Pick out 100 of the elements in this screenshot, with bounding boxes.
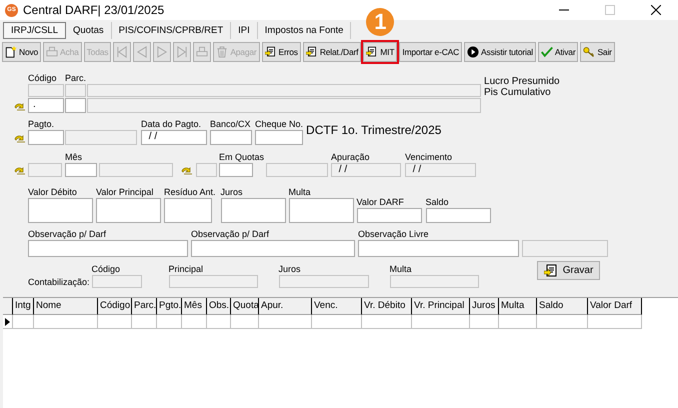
column-header[interactable]: Juros [470, 298, 499, 315]
input-field[interactable] [191, 240, 355, 257]
field-label: Cheque No. [255, 118, 304, 130]
toolbar-button[interactable]: Erros [262, 42, 301, 62]
column-header[interactable]: Nome [34, 298, 98, 315]
field-label: Observação Livre [358, 228, 430, 240]
field-label: Juros [220, 186, 244, 198]
input-field[interactable] [210, 130, 252, 145]
column-header[interactable]: Intg [13, 298, 34, 315]
input-field[interactable] [426, 208, 491, 223]
table-cell [312, 315, 362, 329]
column-header[interactable]: Obs. [207, 298, 231, 315]
field-label: Observação p/ Darf [191, 228, 270, 240]
toolbar-button[interactable]: Ativar [538, 42, 578, 62]
table-cell [412, 315, 470, 329]
column-header[interactable]: Saldo [537, 298, 588, 315]
toolbar-button[interactable]: Sair [580, 42, 615, 62]
section-heading: DCTF 1o. Trimestre/2025 [306, 122, 442, 139]
step-badge: 1 [366, 8, 394, 36]
tab[interactable]: PIS/COFINS/CPRB/RET [112, 22, 232, 39]
input-field[interactable] [164, 198, 212, 223]
last-record-icon [176, 46, 188, 58]
column-header[interactable]: Apur. [259, 298, 312, 315]
input-field[interactable] [96, 198, 161, 223]
column-header[interactable]: Vr. Principal [412, 298, 470, 315]
input-field[interactable]: / / [141, 130, 207, 145]
input-field[interactable] [65, 98, 86, 113]
lookup-icon[interactable] [14, 103, 26, 111]
column-header[interactable]: Pgto. [157, 298, 182, 315]
check-icon [540, 46, 553, 58]
window-title: Central DARF| 23/01/2025 [23, 2, 164, 19]
tab[interactable]: IRPJ/CSLL [3, 22, 66, 39]
table-cell [157, 315, 182, 329]
key-icon [583, 46, 596, 58]
lookup-icon[interactable] [14, 135, 26, 143]
first-record-icon [116, 46, 128, 58]
table-cell [98, 315, 132, 329]
field-label: Em Quotas [219, 151, 264, 163]
previous-icon [136, 46, 148, 58]
field-label: Valor DARF [356, 196, 405, 208]
toolbar-button[interactable]: Importar e-CAC [399, 42, 462, 62]
column-header[interactable]: Multa [499, 298, 537, 315]
field-label: Banco/CX [210, 118, 252, 130]
table-cell [499, 315, 537, 329]
document-icon [306, 46, 318, 58]
column-header[interactable]: Venc. [312, 298, 362, 315]
print-icon [196, 46, 208, 58]
table-cell [470, 315, 499, 329]
table-cell [588, 315, 642, 329]
input-field[interactable] [255, 130, 303, 145]
input-field[interactable] [358, 240, 519, 257]
table-cell [132, 315, 157, 329]
column-header[interactable]: Mês [182, 298, 207, 315]
field-label: Parc. [65, 72, 86, 84]
maximize-icon[interactable] [605, 5, 615, 15]
input-field[interactable] [28, 240, 188, 257]
column-header[interactable]: Código [98, 298, 132, 315]
column-header[interactable]: Parc. [132, 298, 157, 315]
field-label: Código [28, 72, 58, 84]
close-icon[interactable] [651, 5, 661, 15]
document-icon [264, 46, 277, 58]
column-header[interactable]: Quota [231, 298, 259, 315]
lookup-icon[interactable] [14, 167, 26, 175]
tab[interactable]: IPI [231, 22, 258, 39]
tab[interactable]: Impostos na Fonte [258, 22, 352, 39]
field-label: Data do Pagto. [141, 118, 202, 130]
input-field[interactable] [288, 198, 354, 223]
input-field[interactable] [28, 130, 64, 145]
field-label: Multa [288, 186, 312, 198]
column-header[interactable]: Vr. Débito [362, 298, 412, 315]
column-header[interactable]: Valor Darf [588, 298, 642, 315]
document-icon [544, 264, 559, 278]
input-field[interactable] [65, 163, 97, 177]
new-document-icon [5, 46, 17, 58]
input-field[interactable]: . [28, 98, 64, 113]
play-icon [467, 46, 480, 58]
save-button[interactable]: Gravar [537, 261, 600, 280]
table-cell [231, 315, 259, 329]
toolbar-button[interactable]: Novo [2, 42, 42, 62]
field-label: Contabilização: [28, 276, 90, 288]
tab[interactable]: Quotas [66, 22, 112, 39]
info-text: Pis Cumulativo [484, 87, 552, 98]
input-field[interactable] [356, 208, 422, 223]
lookup-icon[interactable] [181, 167, 193, 175]
toolbar-button[interactable]: Relat./Darf [302, 42, 362, 62]
table-cell [362, 315, 412, 329]
field-label: Apuração [331, 151, 371, 163]
table-cell [34, 315, 98, 329]
header-corner [3, 298, 13, 315]
trash-icon [216, 46, 228, 58]
info-text: Lucro Presumido [484, 76, 560, 87]
field-label: Juros [278, 263, 302, 275]
input-field[interactable] [28, 198, 93, 223]
input-field[interactable] [219, 163, 253, 177]
input-field[interactable] [220, 198, 286, 223]
toolbar-button[interactable]: Assistir tutorial [464, 42, 536, 62]
row-pointer-icon [5, 318, 10, 326]
next-icon [156, 46, 168, 58]
table-cell [207, 315, 231, 329]
printer-icon [46, 46, 58, 58]
